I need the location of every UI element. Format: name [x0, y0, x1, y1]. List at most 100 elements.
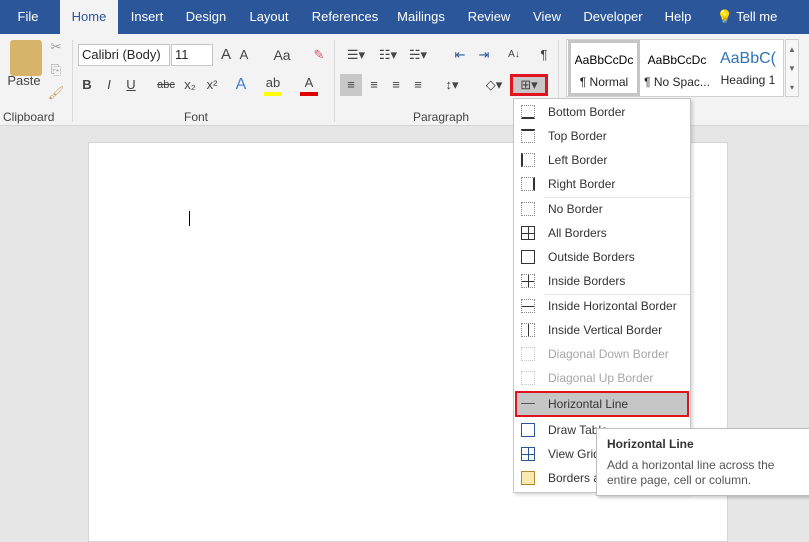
align-left-icon[interactable]: ≡ — [340, 74, 362, 96]
top-border-icon — [521, 129, 535, 143]
menu-item-no-border[interactable]: No Border — [515, 197, 689, 221]
align-right-icon[interactable]: ≡ — [386, 74, 406, 96]
tab-layout[interactable]: Layout — [242, 0, 296, 34]
tooltip-title: Horizontal Line — [607, 437, 694, 451]
paste-button[interactable]: Paste — [4, 70, 44, 92]
menu-item-outside-borders[interactable]: Outside Borders — [515, 245, 689, 269]
borders-button[interactable]: ⊞▾ — [510, 74, 548, 96]
tab-references[interactable]: References — [306, 0, 384, 34]
tab-developer[interactable]: Developer — [578, 0, 648, 34]
menu-label: Inside Horizontal Border — [548, 299, 677, 313]
horizontal-line-icon — [521, 396, 535, 410]
shading-icon[interactable]: ◇▾ — [480, 74, 508, 96]
tab-help[interactable]: Help — [658, 0, 698, 34]
show-formatting-button[interactable]: ¶ — [534, 44, 554, 66]
sort-icon[interactable]: A↓ — [504, 44, 524, 66]
strikethrough-button[interactable]: abc — [154, 74, 178, 96]
group-label-font: Font — [184, 110, 209, 124]
no-border-icon — [521, 202, 535, 216]
menu-label: Top Border — [548, 129, 607, 143]
diagonal-up-border-icon — [521, 371, 535, 385]
text-effects-button[interactable]: A — [232, 74, 250, 96]
menu-item-inside-horizontal-border[interactable]: Inside Horizontal Border — [515, 294, 689, 318]
menu-item-left-border[interactable]: Left Border — [515, 148, 689, 172]
menu-item-diagonal-up-border[interactable]: Diagonal Up Border — [515, 366, 689, 390]
font-color-button[interactable]: A — [300, 74, 318, 96]
style-preview: AaBbCcDc — [647, 53, 707, 67]
menu-item-diagonal-down-border[interactable]: Diagonal Down Border — [515, 342, 689, 366]
cut-icon[interactable]: ✂ — [46, 36, 66, 58]
tab-mailings[interactable]: Mailings — [390, 0, 452, 34]
style-preview: AaBbC( — [719, 50, 777, 67]
group-label-clipboard: Clipboard — [3, 110, 55, 124]
menu-label: Diagonal Down Border — [548, 347, 669, 361]
menu-item-inside-borders[interactable]: Inside Borders — [515, 269, 689, 293]
inside-horizontal-border-icon — [521, 299, 535, 313]
underline-button[interactable]: U — [122, 74, 140, 96]
tell-me-label: Tell me — [736, 9, 778, 24]
view-gridlines-icon — [521, 447, 535, 461]
numbering-icon[interactable]: ☷▾ — [374, 44, 402, 66]
diagonal-down-border-icon — [521, 347, 535, 361]
tab-file[interactable]: File — [6, 0, 50, 34]
menu-item-horizontal-line[interactable]: Horizontal Line — [515, 391, 689, 417]
bottom-border-icon — [521, 105, 535, 119]
menu-label: All Borders — [548, 226, 607, 240]
align-center-icon[interactable]: ≡ — [364, 74, 384, 96]
bullets-icon[interactable]: ☰▾ — [342, 44, 370, 66]
menu-label: Left Border — [548, 153, 608, 167]
superscript-button[interactable]: x² — [202, 74, 222, 96]
style-preview: AaBbCcDc — [574, 53, 634, 67]
shrink-font-button[interactable]: A — [236, 44, 252, 66]
divider — [334, 40, 335, 122]
style-name: ¶ Normal — [579, 75, 629, 89]
menu-label: Right Border — [548, 177, 616, 191]
tab-design[interactable]: Design — [180, 0, 232, 34]
format-painter-icon[interactable]: 🖌 — [46, 82, 66, 104]
highlight-button[interactable]: ab — [264, 74, 282, 96]
menu-label: Outside Borders — [548, 250, 635, 264]
font-size-combo[interactable]: 11 — [171, 44, 213, 66]
lightbulb-icon: 💡 — [716, 9, 733, 24]
menu-item-bottom-border[interactable]: Bottom Border — [515, 100, 689, 124]
inside-borders-icon — [521, 274, 535, 288]
style-no-spacing[interactable]: AaBbCcDc ¶ No Spac... — [641, 40, 713, 96]
styles-scrollbar[interactable]: ▲ ▼ ▾ — [785, 39, 799, 97]
clear-formatting-icon[interactable]: ✎ — [310, 44, 328, 66]
style-heading-1[interactable]: AaBbC(Heading 1 — [712, 40, 784, 96]
decrease-indent-icon[interactable]: ⇤ — [450, 44, 470, 66]
justify-icon[interactable]: ≡ — [408, 74, 428, 96]
style-name: ¶ No Spac... — [644, 75, 710, 89]
bold-button[interactable]: B — [78, 74, 96, 96]
menu-item-all-borders[interactable]: All Borders — [515, 221, 689, 245]
tab-view[interactable]: View — [528, 0, 566, 34]
italic-button[interactable]: I — [100, 74, 118, 96]
menu-label: Inside Vertical Border — [548, 323, 663, 337]
ribbon-tabs: File Home Insert Design Layout Reference… — [0, 0, 809, 34]
menu-label: Diagonal Up Border — [548, 371, 654, 385]
tab-review[interactable]: Review — [462, 0, 516, 34]
menu-label: Inside Borders — [548, 274, 626, 288]
menu-item-right-border[interactable]: Right Border — [515, 172, 689, 196]
menu-item-top-border[interactable]: Top Border — [515, 124, 689, 148]
line-spacing-icon[interactable]: ↕▾ — [438, 74, 466, 96]
tab-home[interactable]: Home — [60, 0, 118, 34]
menu-label: Bottom Border — [548, 105, 626, 119]
tooltip: Horizontal Line Add a horizontal line ac… — [596, 428, 809, 496]
divider — [72, 40, 73, 122]
subscript-button[interactable]: x₂ — [180, 74, 200, 96]
increase-indent-icon[interactable]: ⇥ — [474, 44, 494, 66]
tab-insert[interactable]: Insert — [124, 0, 170, 34]
tell-me[interactable]: 💡 Tell me — [716, 0, 778, 34]
copy-icon[interactable]: ⎘ — [46, 59, 66, 81]
all-borders-icon — [521, 226, 535, 240]
menu-label: Horizontal Line — [548, 397, 629, 411]
font-name-combo[interactable]: Calibri (Body) — [78, 44, 170, 66]
multilevel-list-icon[interactable]: ☵▾ — [404, 44, 432, 66]
tooltip-body: Add a horizontal line across the entire … — [607, 458, 775, 487]
change-case-button[interactable]: Aa — [268, 44, 296, 66]
style-normal[interactable]: AaBbCcDc ¶ Normal — [568, 40, 640, 96]
menu-item-inside-vertical-border[interactable]: Inside Vertical Border — [515, 318, 689, 342]
left-border-icon — [521, 153, 535, 167]
grow-font-button[interactable]: A — [218, 44, 234, 66]
